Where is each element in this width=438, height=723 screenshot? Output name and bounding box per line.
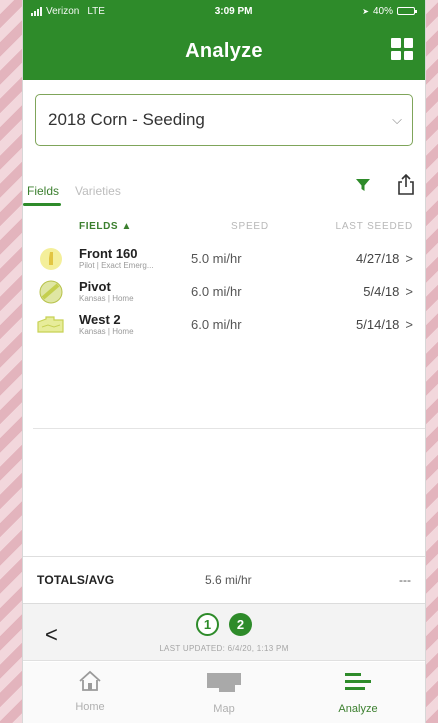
field-name: Pivot: [79, 278, 111, 294]
chevron-right-icon: >: [405, 284, 413, 299]
chevron-down-icon: ⌵: [392, 112, 402, 127]
field-last-seeded: 5/4/18 >: [281, 284, 413, 299]
page-indicator: 1 2: [23, 613, 425, 636]
tab-analyze[interactable]: Analyze: [291, 662, 425, 723]
field-last-seeded: 5/14/18 >: [281, 317, 413, 332]
field-location: Pilot | Exact Emerg...: [79, 261, 154, 271]
page-2-button[interactable]: 2: [229, 613, 252, 636]
tab-map[interactable]: Map: [157, 662, 291, 723]
carrier-name: Verizon: [46, 5, 80, 17]
field-speed: 6.0 mi/hr: [191, 317, 242, 332]
network-type: LTE: [87, 5, 105, 17]
field-location: Kansas | Home: [79, 327, 134, 337]
field-info: Pivot Kansas | Home: [79, 280, 191, 304]
page-1-button[interactable]: 1: [196, 613, 219, 636]
table-row[interactable]: West 2 Kansas | Home 6.0 mi/hr 5/14/18 >: [23, 308, 425, 341]
tabs-row: Fields Varieties: [23, 174, 415, 206]
carrier-info: Verizon LTE: [31, 6, 105, 17]
pivot-circle-icon: [23, 279, 79, 305]
table-row[interactable]: Pivot Kansas | Home 6.0 mi/hr 5/4/18 >: [23, 275, 425, 308]
title-row: Analyze: [23, 22, 425, 80]
battery-percent: 40%: [372, 5, 393, 17]
tab-home-label: Home: [75, 701, 105, 713]
grid-icon[interactable]: [391, 38, 413, 60]
last-seeded-date: 4/27/18: [356, 251, 400, 266]
totals-label: TOTALS/AVG: [37, 572, 115, 587]
field-shape-icon: [23, 246, 79, 272]
pager: < 1 2 LAST UPDATED: 6/4/20, 1:13 PM: [23, 603, 425, 661]
tab-map-label: Map: [213, 703, 235, 715]
tab-analyze-label: Analyze: [338, 703, 378, 715]
location-arrow-icon: ➤: [362, 6, 369, 16]
field-name: Front 160: [79, 245, 138, 261]
season-operation-select[interactable]: 2018 Corn - Seeding ⌵: [35, 94, 413, 146]
status-bar: Verizon LTE 3:09 PM ➤ 40%: [23, 0, 425, 22]
battery-status: ➤ 40%: [362, 5, 417, 17]
last-updated-text: LAST UPDATED: 6/4/20, 1:13 PM: [159, 644, 289, 653]
totals-row: TOTALS/AVG 5.6 mi/hr ---: [23, 556, 425, 602]
column-header-speed[interactable]: SPEED: [191, 221, 281, 232]
field-name: West 2: [79, 311, 121, 327]
season-operation-value: 2018 Corn - Seeding: [48, 110, 205, 129]
chevron-right-icon: >: [405, 251, 413, 266]
tab-group: Fields Varieties: [23, 184, 121, 206]
last-seeded-date: 5/14/18: [356, 317, 400, 332]
table-header: FIELDS ▲ SPEED LAST SEEDED: [23, 210, 425, 242]
tab-fields[interactable]: Fields: [23, 184, 62, 206]
background-left: [0, 0, 22, 723]
fields-table: FIELDS ▲ SPEED LAST SEEDED Front 160 Pil…: [23, 210, 425, 341]
page-title: Analyze: [185, 39, 263, 62]
divider: [33, 428, 425, 429]
filter-icon[interactable]: [355, 177, 371, 193]
analyze-icon: [343, 670, 373, 699]
share-icon[interactable]: [397, 174, 415, 196]
chevron-right-icon: >: [405, 317, 413, 332]
field-info: Front 160 Pilot | Exact Emerg...: [79, 247, 191, 271]
column-header-fields[interactable]: FIELDS ▲: [79, 221, 191, 232]
map-icon: [205, 670, 243, 699]
column-header-last-seeded[interactable]: LAST SEEDED: [281, 221, 413, 232]
background-right: [426, 0, 438, 723]
battery-icon: [396, 7, 417, 15]
tab-home[interactable]: Home: [23, 662, 157, 723]
totals-speed: 5.6 mi/hr: [205, 572, 252, 587]
status-time: 3:09 PM: [214, 5, 253, 17]
tab-varieties[interactable]: Varieties: [75, 184, 121, 206]
toolbar: [355, 174, 415, 206]
field-last-seeded: 4/27/18 >: [281, 251, 413, 266]
field-location: Kansas | Home: [79, 294, 134, 304]
phone-screen: Verizon LTE 3:09 PM ➤ 40% Analyze 2018 C…: [22, 0, 426, 723]
table-row[interactable]: Front 160 Pilot | Exact Emerg... 5.0 mi/…: [23, 242, 425, 275]
app-header: Verizon LTE 3:09 PM ➤ 40% Analyze: [23, 0, 425, 80]
totals-last-seeded: ---: [399, 572, 411, 587]
field-shape-icon: [23, 314, 79, 336]
last-seeded-date: 5/4/18: [363, 284, 400, 299]
home-icon: [78, 670, 102, 697]
field-speed: 6.0 mi/hr: [191, 284, 242, 299]
signal-icon: [31, 6, 42, 16]
field-speed: 5.0 mi/hr: [191, 251, 242, 266]
bottom-tab-bar: Home Map Analyze: [23, 662, 425, 723]
field-info: West 2 Kansas | Home: [79, 313, 191, 337]
